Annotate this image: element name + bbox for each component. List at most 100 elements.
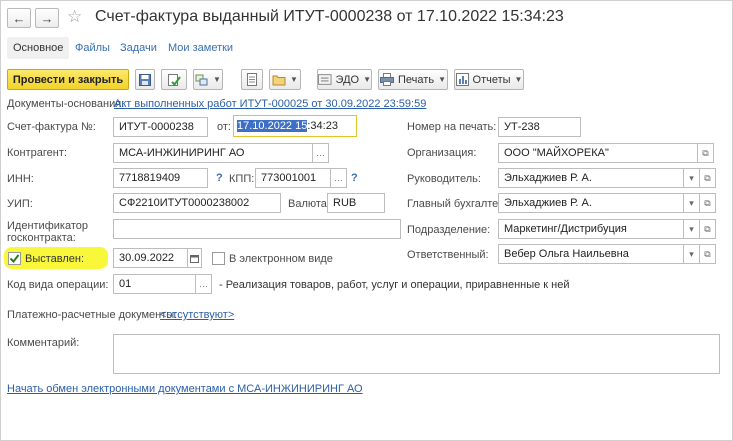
tab-tasks[interactable]: Задачи — [120, 42, 157, 54]
chief-accountant-input[interactable]: Эльхаджиев Р. А. — [498, 193, 684, 213]
kpp-select-button[interactable]: … — [331, 168, 347, 188]
print-label: Печать — [398, 73, 435, 86]
responsible-input[interactable]: Вебер Ольга Наильевна — [498, 244, 684, 264]
issued-checkbox[interactable] — [8, 252, 21, 265]
print-menu-button[interactable]: Печать ▼ — [378, 69, 448, 90]
responsible-label: Ответственный: — [407, 249, 489, 261]
uip-input[interactable]: СФ2210ИТУТ0000238002 — [113, 193, 281, 213]
folder-icon — [272, 75, 286, 86]
reports-menu-button[interactable]: Отчеты ▼ — [454, 69, 524, 90]
save-button[interactable] — [135, 69, 155, 90]
structure-menu-button[interactable]: ▼ — [193, 69, 223, 90]
organization-label: Организация: — [407, 147, 477, 159]
operation-code-input[interactable]: 01 — [113, 274, 196, 294]
open-link-icon: ⧉ — [704, 197, 711, 208]
open-link-icon: ⧉ — [702, 147, 709, 158]
chevron-down-icon: ▼ — [363, 75, 371, 84]
open-link-icon: ⧉ — [704, 172, 711, 183]
gov-contract-input[interactable] — [113, 219, 401, 239]
uip-label: УИП: — [7, 198, 33, 210]
open-link-icon: ⧉ — [704, 223, 711, 234]
payment-documents-link[interactable]: <отсутствуют> — [160, 309, 234, 321]
currency-label: Валюта: — [288, 198, 330, 210]
operation-code-label: Код вида операции: — [7, 279, 109, 291]
organization-open-button[interactable]: ⧉ — [698, 143, 714, 163]
page-title: Счет-фактура выданный ИТУТ-0000238 от 17… — [95, 8, 564, 25]
calendar-icon — [190, 254, 199, 263]
comment-textarea[interactable] — [113, 334, 720, 374]
head-dropdown-button[interactable]: ▾ — [684, 168, 700, 188]
responsible-dropdown-button[interactable]: ▾ — [684, 244, 700, 264]
counterparty-select-button[interactable]: … — [313, 143, 329, 163]
responsible-open-button[interactable]: ⧉ — [700, 244, 716, 264]
chief-accountant-label: Главный бухгалтер: — [407, 198, 508, 210]
chevron-down-icon: ▼ — [213, 75, 221, 84]
save-icon — [139, 73, 151, 86]
gov-contract-label-line1: Идентификатор — [7, 220, 88, 232]
chief-accountant-dropdown-button[interactable]: ▾ — [684, 193, 700, 213]
basis-documents-label: Документы-основания: — [7, 98, 125, 110]
head-input[interactable]: Эльхаджиев Р. А. — [498, 168, 684, 188]
journal-button[interactable] — [241, 69, 263, 90]
create-based-on-button[interactable]: ▼ — [269, 69, 301, 90]
payment-documents-label: Платежно-расчетные документы: — [7, 309, 178, 321]
reports-label: Отчеты — [472, 73, 511, 86]
inn-help-icon[interactable]: ? — [216, 172, 223, 184]
electronic-checkbox[interactable] — [212, 252, 225, 265]
printer-icon — [380, 73, 395, 86]
kpp-help-icon[interactable]: ? — [351, 172, 358, 184]
tab-notes[interactable]: Мои заметки — [168, 42, 233, 54]
forward-button[interactable]: → — [35, 8, 59, 28]
operation-code-select-button[interactable]: … — [196, 274, 212, 294]
counterparty-label: Контрагент: — [7, 147, 67, 159]
comment-label: Комментарий: — [7, 337, 80, 349]
organization-input[interactable]: ООО "МАЙХОРЕКА" — [498, 143, 698, 163]
structure-icon — [195, 74, 208, 85]
post-and-close-button[interactable]: Провести и закрыть — [7, 69, 129, 90]
chevron-down-icon: ▾ — [689, 197, 694, 208]
department-open-button[interactable]: ⧉ — [700, 219, 716, 239]
head-label: Руководитель: — [407, 173, 481, 185]
kpp-label: КПП: — [229, 173, 255, 185]
invoice-date-from-label: от: — [217, 121, 231, 133]
gov-contract-label-line2: госконтракта: — [7, 232, 76, 244]
open-link-icon: ⧉ — [704, 248, 711, 259]
edo-menu-button[interactable]: ЭДО ▼ — [317, 69, 372, 90]
chevron-down-icon: ▼ — [514, 75, 523, 84]
print-number-input[interactable]: УТ-238 — [498, 117, 581, 137]
kpp-input[interactable]: 773001001 — [255, 168, 331, 188]
chevron-down-icon: ▼ — [438, 75, 446, 84]
currency-input[interactable]: RUB — [327, 193, 385, 213]
calendar-button[interactable] — [188, 248, 202, 268]
department-label: Подразделение: — [407, 224, 491, 236]
head-open-button[interactable]: ⧉ — [700, 168, 716, 188]
edo-label: ЭДО — [335, 73, 360, 86]
basis-document-link[interactable]: Акт выполненных работ ИТУТ-000025 от 30.… — [114, 98, 426, 110]
department-input[interactable]: Маркетинг/Дистрибуция — [498, 219, 684, 239]
list-document-icon — [247, 73, 257, 86]
invoice-date-selected-text: 17.10.2022 15 — [237, 120, 308, 132]
invoice-number-input[interactable]: ИТУТ-0000238 — [113, 117, 208, 137]
inn-label: ИНН: — [7, 173, 34, 185]
electronic-label: В электронном виде — [229, 253, 333, 265]
chief-accountant-open-button[interactable]: ⧉ — [700, 193, 716, 213]
checkmark-icon — [9, 254, 20, 264]
operation-code-description: - Реализация товаров, работ, услуг и опе… — [219, 279, 570, 291]
favorite-star-icon[interactable]: ☆ — [67, 7, 82, 27]
back-button[interactable]: ← — [7, 8, 31, 28]
counterparty-input[interactable]: МСА-ИНЖИНИРИНГ АО — [113, 143, 313, 163]
invoice-time-text: :34:23 — [307, 120, 338, 132]
chevron-down-icon: ▾ — [689, 248, 694, 259]
department-dropdown-button[interactable]: ▾ — [684, 219, 700, 239]
invoice-date-input[interactable]: 17.10.2022 15:34:23 — [233, 115, 357, 137]
post-button[interactable] — [161, 69, 187, 90]
report-icon — [455, 73, 469, 86]
tab-main[interactable]: Основное — [7, 37, 70, 59]
issued-date-input[interactable]: 30.09.2022 — [113, 248, 188, 268]
edo-exchange-icon — [318, 74, 332, 85]
document-window: ← → ☆ Счет-фактура выданный ИТУТ-0000238… — [0, 0, 733, 441]
start-edo-exchange-link[interactable]: Начать обмен электронными документами с … — [7, 383, 363, 395]
tab-files[interactable]: Файлы — [75, 42, 110, 54]
inn-input[interactable]: 7718819409 — [113, 168, 208, 188]
arrow-right-icon: → — [40, 10, 54, 26]
